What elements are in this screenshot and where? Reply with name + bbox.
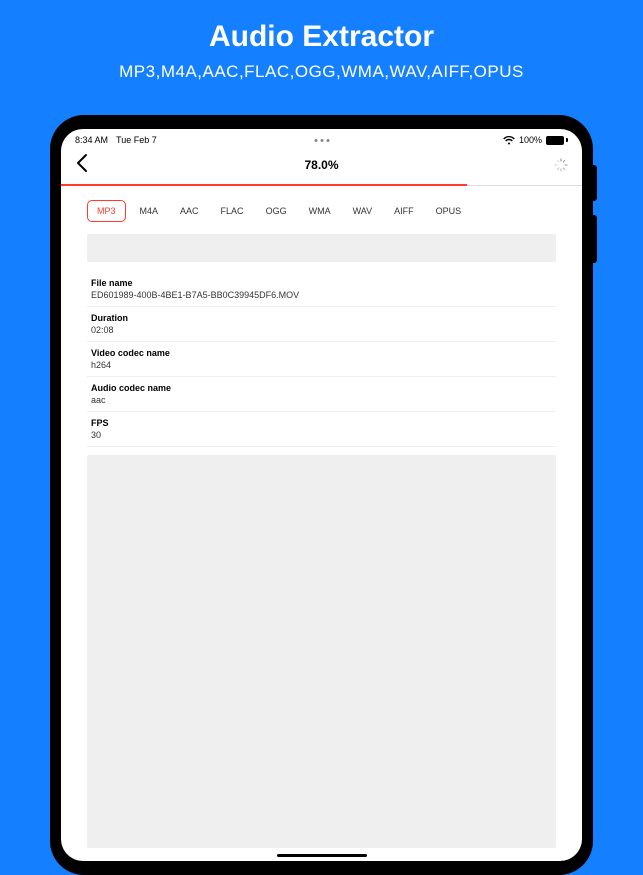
status-bar: 8:34 AM Tue Feb 7 100%: [61, 129, 582, 149]
format-tabs: MP3 M4AAAC FLAC OGG WMA WAVAIFF OPUS: [61, 186, 582, 234]
tablet-frame: 8:34 AM Tue Feb 7 100% 78.0%: [50, 115, 593, 875]
info-row-filename: File name ED601989-400B-4BE1-B7A5-BB0C39…: [87, 272, 556, 307]
preview-placeholder: [87, 234, 556, 262]
progress-bar: [61, 185, 582, 186]
home-indicator[interactable]: [277, 854, 367, 857]
tab-aiff[interactable]: AIFF: [386, 200, 422, 222]
tab-opus[interactable]: OPUS: [428, 200, 470, 222]
audio-codec-label: Audio codec name: [91, 383, 552, 393]
duration-value: 02:08: [91, 325, 552, 335]
info-row-audio-codec: Audio codec name aac: [87, 377, 556, 412]
nav-bar: 78.0%: [61, 149, 582, 185]
progress-label: 78.0%: [304, 158, 338, 172]
tab-flac[interactable]: FLAC: [213, 200, 252, 222]
screen: 8:34 AM Tue Feb 7 100% 78.0%: [61, 129, 582, 861]
promo-header: Audio Extractor MP3,M4A,AAC,FLAC,OGG,WMA…: [0, 0, 643, 82]
tab-mp3[interactable]: MP3: [87, 200, 126, 222]
tab-m4a[interactable]: M4A: [132, 200, 167, 222]
tab-wma[interactable]: WMA: [301, 200, 339, 222]
tab-wav[interactable]: WAV: [345, 200, 381, 222]
info-row-video-codec: Video codec name h264: [87, 342, 556, 377]
video-codec-label: Video codec name: [91, 348, 552, 358]
filename-label: File name: [91, 278, 552, 288]
filename-value: ED601989-400B-4BE1-B7A5-BB0C39945DF6.MOV: [91, 290, 552, 300]
status-date: Tue Feb 7: [116, 135, 157, 145]
info-row-fps: FPS 30: [87, 412, 556, 447]
back-button[interactable]: [75, 153, 89, 177]
video-codec-value: h264: [91, 360, 552, 370]
chevron-left-icon: [75, 153, 89, 173]
progress-fill: [61, 184, 467, 186]
status-time: 8:34 AM: [75, 135, 108, 145]
loading-spinner-icon: [554, 158, 568, 172]
wifi-icon: [503, 136, 515, 145]
audio-codec-value: aac: [91, 395, 552, 405]
tab-ogg[interactable]: OGG: [258, 200, 295, 222]
fps-value: 30: [91, 430, 552, 440]
duration-label: Duration: [91, 313, 552, 323]
tab-aac[interactable]: AAC: [172, 200, 207, 222]
content-area: File name ED601989-400B-4BE1-B7A5-BB0C39…: [61, 234, 582, 848]
info-row-duration: Duration 02:08: [87, 307, 556, 342]
battery-percent: 100%: [519, 135, 542, 145]
content-placeholder: [87, 455, 556, 848]
promo-title: Audio Extractor: [0, 20, 643, 54]
promo-subtitle: MP3,M4A,AAC,FLAC,OGG,WMA,WAV,AIFF,OPUS: [0, 62, 643, 82]
fps-label: FPS: [91, 418, 552, 428]
multitask-dots-icon: [314, 139, 329, 142]
battery-icon: [546, 136, 568, 145]
